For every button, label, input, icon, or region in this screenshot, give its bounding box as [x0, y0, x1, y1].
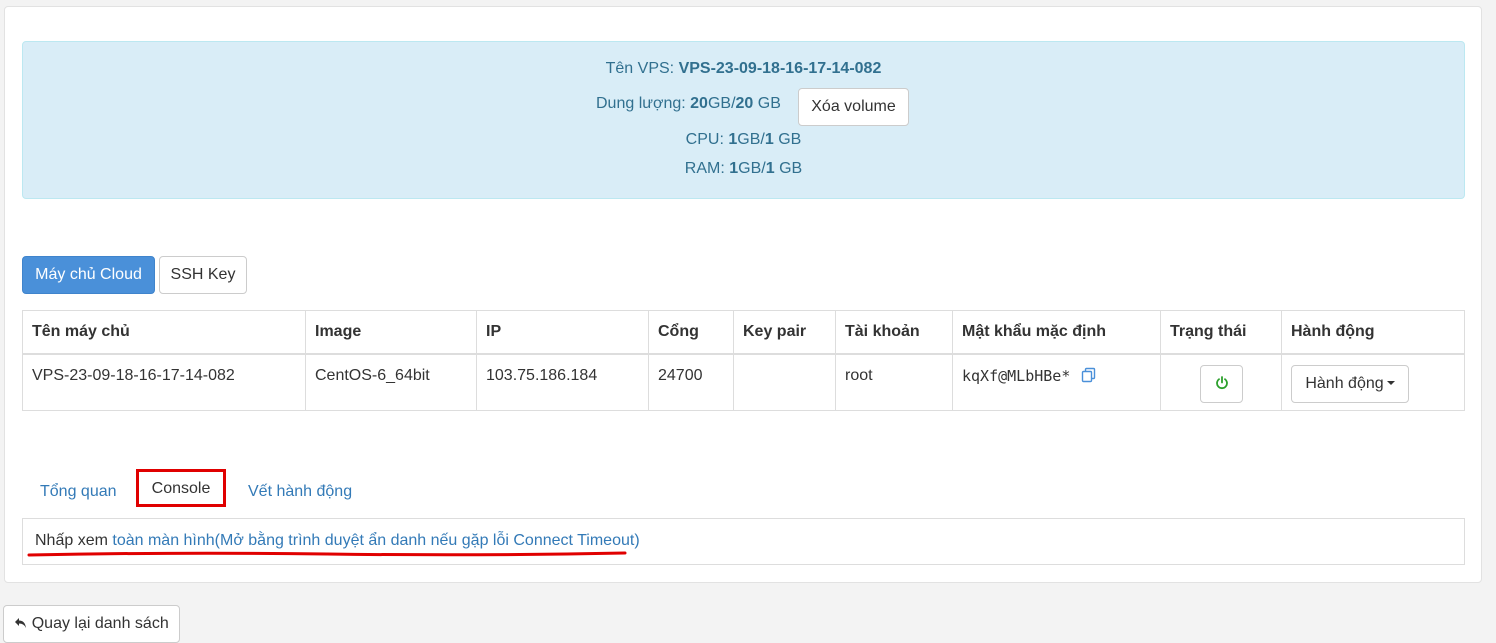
storage-label: Dung lượng:	[596, 95, 686, 112]
vps-name-value: VPS-23-09-18-16-17-14-082	[678, 60, 882, 77]
storage-sep: GB/	[707, 95, 736, 112]
col-header-name: Tên máy chủ	[22, 310, 306, 355]
col-header-key-pair: Key pair	[733, 310, 836, 355]
tab-console[interactable]: Console	[136, 469, 226, 507]
vps-detail-panel: Tên VPS: VPS-23-09-18-16-17-14-082 Dung …	[4, 6, 1482, 583]
cell-key-pair	[733, 353, 836, 411]
cell-image: CentOS-6_64bit	[305, 353, 477, 411]
cell-action: Hành động	[1281, 353, 1465, 411]
ram-line: RAM: 1GB/1 GB	[23, 160, 1464, 178]
caret-down-icon	[1386, 381, 1395, 386]
vps-info-box: Tên VPS: VPS-23-09-18-16-17-14-082 Dung …	[22, 41, 1465, 199]
storage-unit: GB	[757, 95, 781, 112]
copy-icon[interactable]	[1081, 367, 1097, 388]
col-header-status: Trạng thái	[1160, 310, 1282, 355]
ram-sep: GB/	[738, 160, 766, 177]
cpu-total: 1	[764, 131, 774, 148]
storage-used: 20	[690, 95, 708, 112]
cpu-unit: GB	[778, 131, 802, 148]
table-header-row: Tên máy chủ Image IP Cổng Key pair Tài k…	[22, 310, 1465, 355]
back-to-list-label: Quay lại danh sách	[31, 615, 169, 632]
vps-name-line: Tên VPS: VPS-23-09-18-16-17-14-082	[23, 60, 1464, 78]
cell-password: kqXf@MLbHBe*	[952, 353, 1161, 411]
cell-port: 24700	[648, 353, 734, 411]
action-dropdown-label: Hành động	[1305, 374, 1384, 392]
cloud-server-tab-button[interactable]: Máy chủ Cloud	[22, 256, 155, 294]
ram-unit: GB	[779, 160, 803, 177]
password-value: kqXf@MLbHBe*	[962, 366, 1071, 385]
cell-account: root	[835, 353, 953, 411]
cell-status	[1160, 353, 1282, 411]
back-to-list-button[interactable]: Quay lại danh sách	[3, 605, 180, 643]
action-dropdown-button[interactable]: Hành động	[1291, 364, 1409, 403]
ram-used: 1	[729, 160, 739, 177]
col-header-image: Image	[305, 310, 477, 355]
table-row: VPS-23-09-18-16-17-14-082 CentOS-6_64bit…	[22, 353, 1465, 411]
col-header-port: Cổng	[648, 310, 734, 355]
power-button[interactable]	[1200, 364, 1243, 403]
ram-label: RAM:	[684, 160, 725, 177]
col-header-ip: IP	[476, 310, 649, 355]
console-fullscreen-link[interactable]: toàn màn hình(Mở bằng trình duyệt ẩn dan…	[112, 532, 639, 549]
console-hint: Nhấp xem toàn màn hình(Mở bằng trình duy…	[35, 532, 640, 550]
cpu-sep: GB/	[737, 131, 765, 148]
red-underline-annotation	[27, 551, 627, 557]
vps-table: Tên máy chủ Image IP Cổng Key pair Tài k…	[22, 310, 1465, 411]
console-prefix: Nhấp xem	[35, 532, 108, 549]
vps-name-label: Tên VPS:	[605, 60, 675, 77]
power-icon	[1215, 375, 1228, 389]
cpu-label: CPU:	[685, 131, 724, 148]
col-header-password: Mật khẩu mặc định	[952, 310, 1161, 355]
cpu-used: 1	[728, 131, 738, 148]
tab-history[interactable]: Vết hành động	[248, 474, 352, 512]
col-header-account: Tài khoản	[835, 310, 953, 355]
ssh-key-tab-button[interactable]: SSH Key	[159, 256, 247, 294]
back-arrow-icon	[15, 618, 27, 628]
storage-total: 20	[735, 95, 754, 112]
cell-ip: 103.75.186.184	[476, 353, 649, 411]
col-header-action: Hành động	[1281, 310, 1465, 355]
cell-name: VPS-23-09-18-16-17-14-082	[22, 353, 306, 411]
storage-line: Dung lượng: 20GB/20 GB	[596, 95, 1464, 113]
delete-volume-button[interactable]: Xóa volume	[798, 88, 909, 126]
tab-overview[interactable]: Tổng quan	[40, 474, 117, 512]
cpu-line: CPU: 1GB/1 GB	[23, 131, 1464, 149]
ram-total: 1	[765, 160, 775, 177]
